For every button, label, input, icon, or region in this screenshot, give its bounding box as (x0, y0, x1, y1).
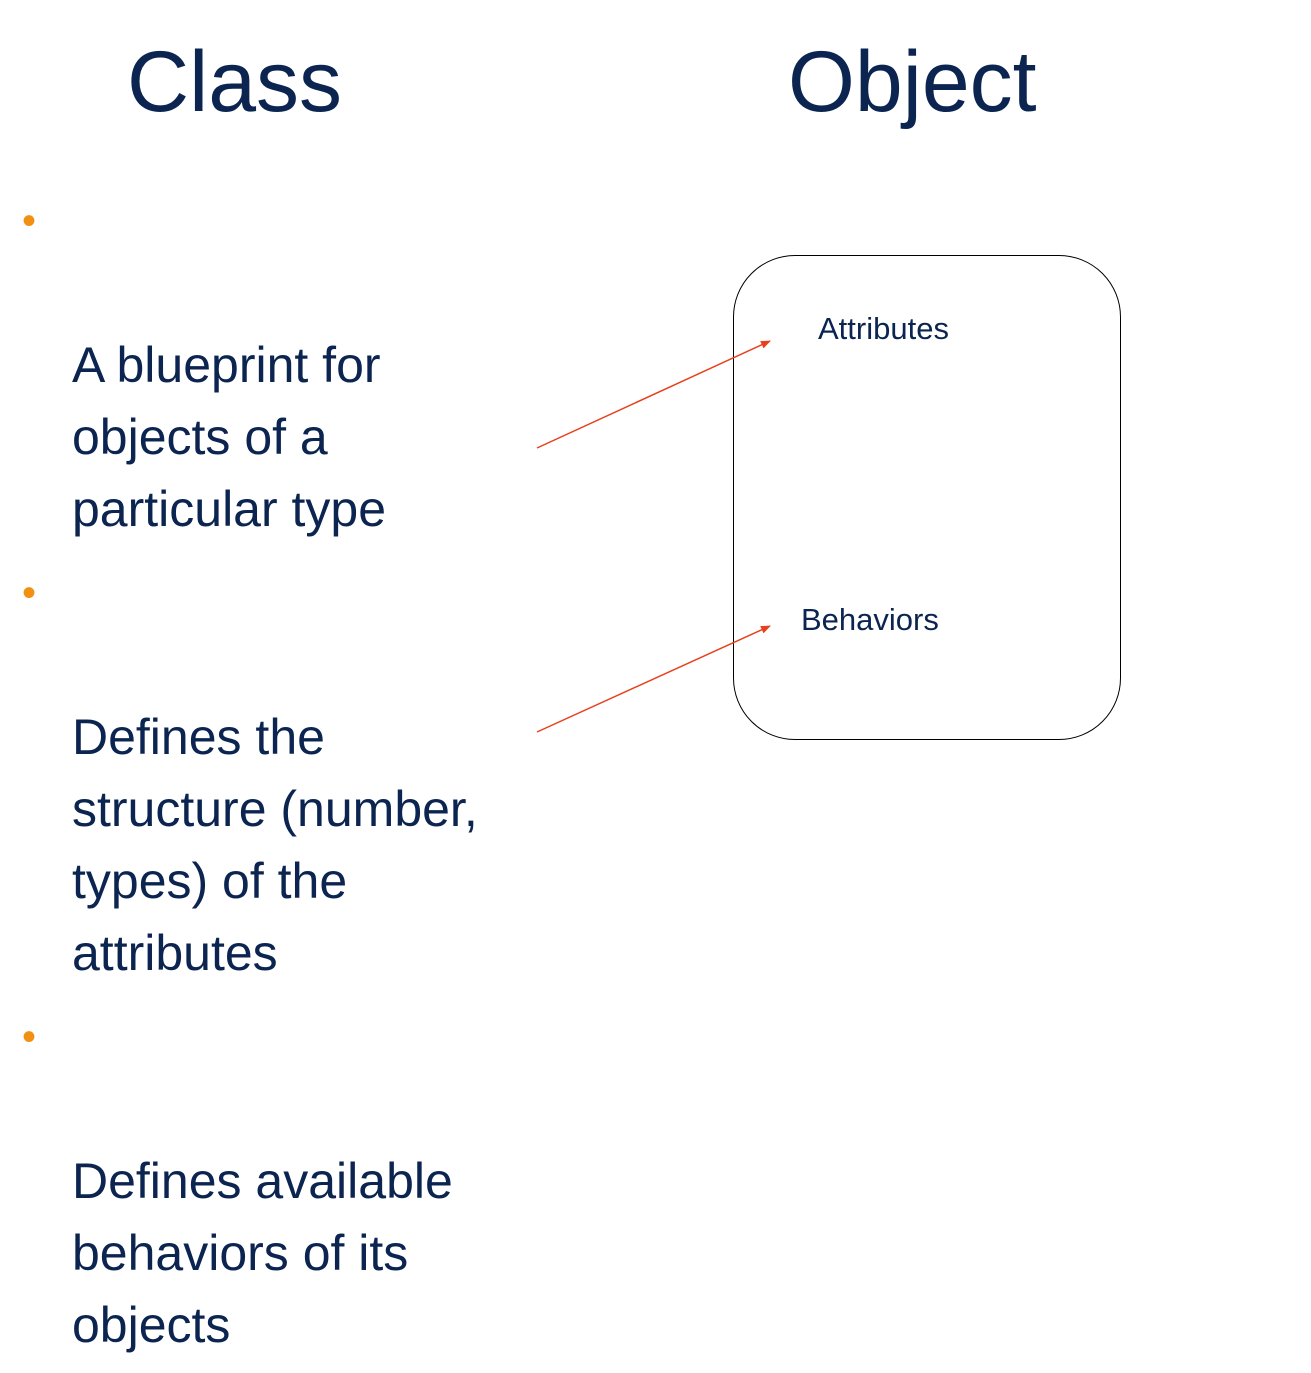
bullet-text: A blueprint for objects of a particular … (72, 337, 387, 537)
bullet-dot-icon: • (22, 1015, 37, 1059)
class-bullet-list: • A blueprint for objects of a particula… (20, 185, 580, 1373)
bullet-dot-icon: • (22, 199, 37, 243)
bullet-dot-icon: • (22, 571, 37, 615)
class-heading: Class (127, 34, 343, 130)
bullet-text: Defines the structure (number, types) of… (72, 709, 478, 981)
bullet-text: Defines available behaviors of its objec… (72, 1153, 453, 1353)
bullet-blueprint: • A blueprint for objects of a particula… (20, 185, 580, 545)
behaviors-label: Behaviors (801, 602, 939, 637)
object-heading: Object (788, 34, 1037, 130)
bullet-behaviors: • Defines available behaviors of its obj… (20, 1001, 580, 1361)
bullet-structure: • Defines the structure (number, types) … (20, 557, 580, 989)
attributes-label: Attributes (818, 311, 949, 346)
